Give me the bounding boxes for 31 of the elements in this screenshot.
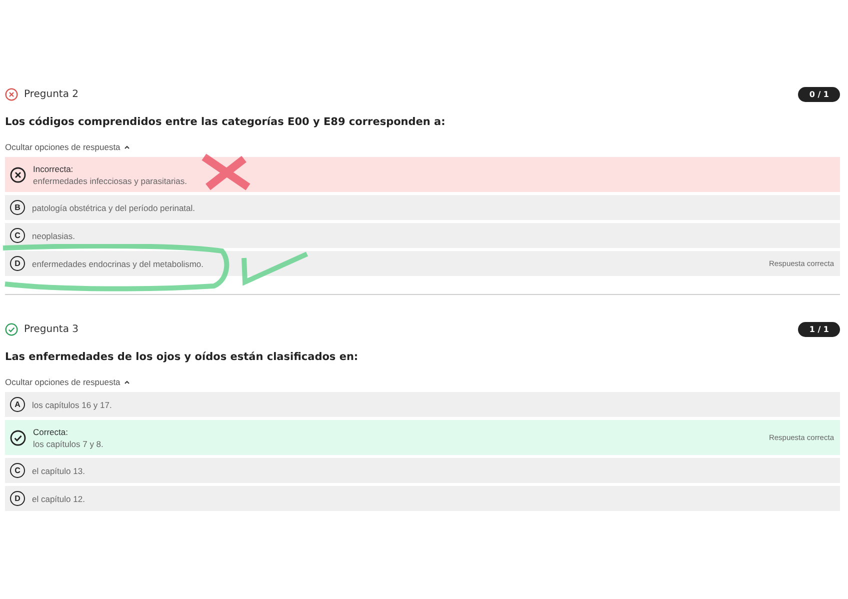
option-text: patología obstétrica y del período perinatal. [32,202,196,212]
caret-icon [124,380,130,384]
option-text: neoplasias. [32,230,76,240]
option-text: el capítulo 13. [32,466,86,476]
option-text: enfermedades infecciosas y parasitarias. [33,176,188,186]
option-letter: D [10,491,25,506]
option-letter: A [10,397,25,412]
score-badge: 0 / 1 [798,86,840,102]
cross-circle-icon [10,166,26,182]
option-text: el capítulo 12. [32,494,86,504]
question-title: Pregunta 3 [24,324,80,334]
check-annotation [239,250,311,286]
option-letter: C [10,463,25,478]
option-letter: D [10,256,25,271]
result-label: Incorrecta: [33,164,74,174]
correct-icon [5,322,18,336]
option-text: los capítulos 7 y 8. [33,438,104,448]
question-title: Pregunta 2 [24,88,80,100]
result-label: Correcta: [33,426,69,436]
option-letter: B [10,200,25,215]
score-badge: 1 / 1 [798,322,840,336]
incorrect-icon [5,88,18,100]
question-text: Las enfermedades de los ojos y oídos están clasificados en: [5,351,360,363]
caret-icon [124,145,130,149]
check-circle-icon [10,430,26,446]
option-text: los capítulos 16 y 17. [32,400,113,410]
option-text: enfermedades endocrinas y del metabolismo. [32,258,205,268]
hide-options-toggle[interactable]: Ocultar opciones de respuesta [5,142,130,152]
hide-options-toggle[interactable]: Ocultar opciones de respuesta [5,377,130,387]
question-text: Los códigos comprendidos entre las categorías E00 y E89 corresponden a: [5,116,446,128]
option-letter: C [10,228,25,243]
